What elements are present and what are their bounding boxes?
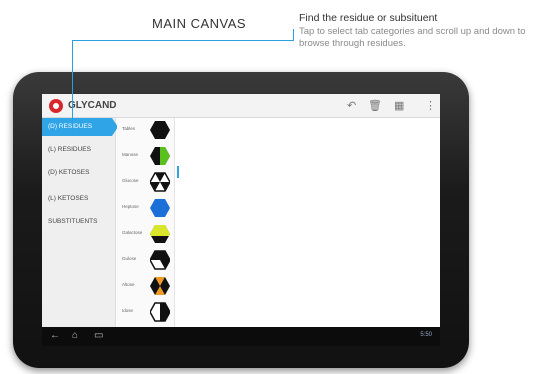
recents-icon[interactable]: ▭ [94, 330, 103, 341]
residue-list: Tables Manose Glucose Heptose Galactose … [117, 118, 175, 327]
home-icon[interactable]: ⌂ [72, 330, 78, 341]
tab-l-ketoses[interactable]: (L) KETOSES [42, 190, 116, 208]
residue-item[interactable]: Glucose [117, 170, 175, 194]
residue-item[interactable]: Heptose [117, 196, 175, 220]
hexagon-blue-icon [150, 199, 170, 217]
residue-label: Glucose [122, 178, 139, 183]
tab-l-residues[interactable]: (L) RESIDUES [42, 141, 116, 159]
find-residue-title: Find the residue or subsituent [299, 12, 438, 24]
tab-substituents[interactable]: SUBSTITUENTS [42, 213, 116, 231]
save-icon[interactable]: ▦ [394, 99, 404, 113]
app-logo-icon [49, 99, 63, 113]
residue-label: Heptose [122, 204, 139, 209]
app-title: GLYCAND [68, 100, 117, 111]
residue-item[interactable]: Galactose [117, 222, 175, 246]
residue-item[interactable]: Manose [117, 144, 175, 168]
residue-item[interactable]: Gulose [117, 248, 175, 272]
app-screen: GLYCAND ↶ 🗑 ▦ ⋮ (D) RESIDUES (L) RESIDUE… [42, 94, 440, 346]
stage: MAIN CANVAS Find the residue or subsitue… [0, 0, 541, 374]
tab-d-ketoses[interactable]: (D) KETOSES [42, 164, 116, 182]
residue-label: Altose [122, 282, 135, 287]
scroll-indicator [177, 166, 179, 178]
hexagon-black-orange-icon [150, 277, 170, 295]
hexagon-segments-icon [150, 172, 170, 192]
residue-item[interactable]: Tables [117, 118, 175, 142]
residue-label: Idose [122, 308, 134, 313]
residue-item[interactable]: Altose [117, 274, 175, 298]
status-clock: 5:50 [420, 332, 432, 338]
system-nav-bar: ← ⌂ ▭ 5:50 [42, 327, 440, 346]
residue-label: Manose [122, 152, 139, 157]
hexagon-black-white-icon [150, 250, 170, 270]
delete-icon[interactable]: 🗑 [368, 99, 382, 113]
overflow-icon[interactable]: ⋮ [425, 99, 436, 113]
callout-line [293, 29, 294, 41]
tab-d-residues[interactable]: (D) RESIDUES [42, 118, 118, 136]
hexagon-white-black-icon [150, 302, 170, 322]
category-sidebar: (D) RESIDUES (L) RESIDUES (D) KETOSES (L… [42, 118, 118, 327]
find-residue-description: Tap to select tab categories and scroll … [299, 26, 526, 49]
hexagon-yellow-green-icon [150, 225, 170, 243]
residue-label: Galactose [122, 230, 143, 235]
callout-line [72, 40, 73, 130]
undo-icon[interactable]: ↶ [347, 99, 356, 113]
main-canvas-label: MAIN CANVAS [152, 16, 247, 31]
hexagon-black-icon [150, 121, 170, 139]
residue-item[interactable]: Idose [117, 300, 175, 324]
residue-label: Tables [122, 126, 136, 131]
callout-line [72, 40, 294, 41]
hexagon-half-green-icon [150, 147, 170, 165]
back-icon[interactable]: ← [50, 330, 60, 341]
residue-label: Gulose [122, 256, 137, 261]
action-bar: GLYCAND ↶ 🗑 ▦ ⋮ [42, 94, 440, 118]
